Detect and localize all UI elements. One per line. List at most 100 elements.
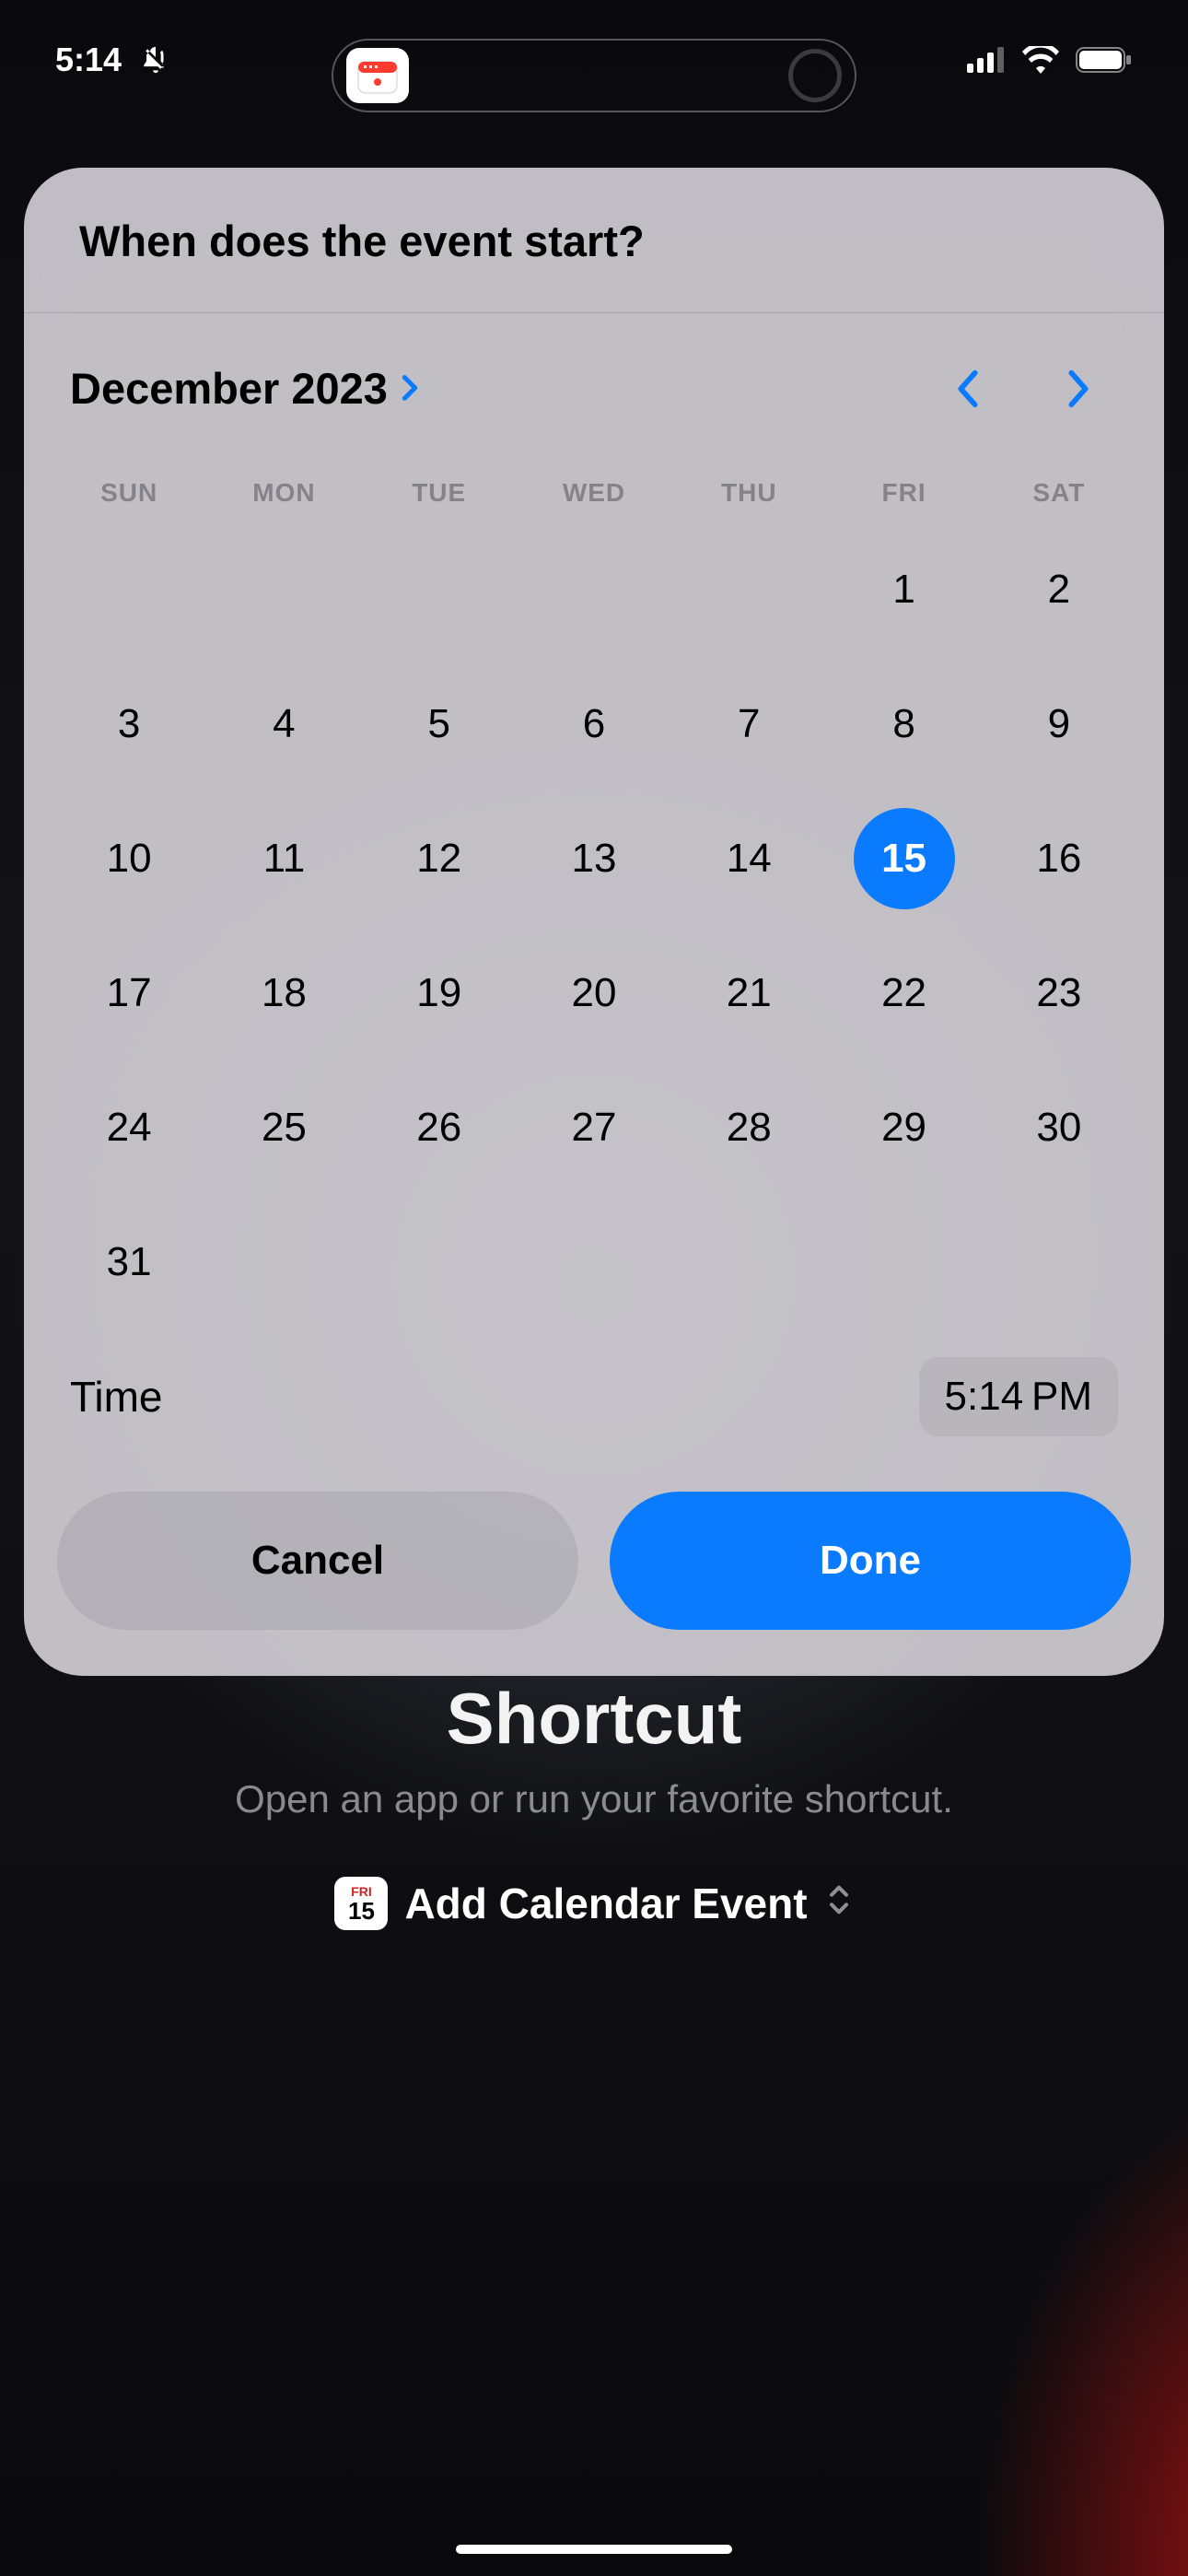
month-label: December 2023 bbox=[70, 363, 388, 414]
wifi-icon bbox=[1022, 46, 1059, 74]
day-button[interactable]: 9 bbox=[1008, 673, 1110, 775]
day-button[interactable]: 11 bbox=[233, 808, 334, 909]
day-cell bbox=[517, 1195, 671, 1329]
day-button[interactable]: 19 bbox=[389, 943, 490, 1044]
widget-shortcut-chip[interactable]: FRI 15 Add Calendar Event bbox=[334, 1877, 853, 1930]
day-button[interactable]: 10 bbox=[78, 808, 180, 909]
next-month-button[interactable] bbox=[1063, 368, 1094, 410]
day-cell: 15 bbox=[826, 791, 981, 926]
day-cell: 7 bbox=[671, 657, 826, 791]
day-button-selected[interactable]: 15 bbox=[854, 808, 955, 909]
day-cell bbox=[671, 522, 826, 657]
day-cell: 13 bbox=[517, 791, 671, 926]
day-cell: 12 bbox=[362, 791, 517, 926]
weekday-label: MON bbox=[206, 463, 361, 522]
status-bar: 5:14 bbox=[0, 0, 1188, 120]
day-cell bbox=[982, 1195, 1136, 1329]
day-cell: 24 bbox=[52, 1060, 206, 1195]
prev-month-button[interactable] bbox=[952, 368, 984, 410]
date-picker-sheet: When does the event start? December 2023… bbox=[24, 168, 1164, 1676]
day-cell: 14 bbox=[671, 791, 826, 926]
day-cell: 31 bbox=[52, 1195, 206, 1329]
day-button[interactable]: 25 bbox=[233, 1077, 334, 1178]
day-button[interactable]: 30 bbox=[1008, 1077, 1110, 1178]
day-button[interactable]: 18 bbox=[233, 943, 334, 1044]
day-button[interactable]: 26 bbox=[389, 1077, 490, 1178]
day-button[interactable]: 2 bbox=[1008, 539, 1110, 640]
day-cell: 3 bbox=[52, 657, 206, 791]
day-button[interactable]: 24 bbox=[78, 1077, 180, 1178]
calendar-grid: 1234567891011121314151617181920212223242… bbox=[24, 522, 1164, 1329]
prompt-title: When does the event start? bbox=[24, 168, 1164, 313]
day-button[interactable]: 17 bbox=[78, 943, 180, 1044]
time-picker[interactable]: 5:14 PM bbox=[919, 1357, 1118, 1436]
week-row: 12 bbox=[24, 522, 1164, 657]
day-button[interactable]: 6 bbox=[543, 673, 645, 775]
day-cell: 1 bbox=[826, 522, 981, 657]
day-cell: 26 bbox=[362, 1060, 517, 1195]
day-cell bbox=[826, 1195, 981, 1329]
day-cell: 5 bbox=[362, 657, 517, 791]
weekday-label: SUN bbox=[52, 463, 206, 522]
day-button[interactable]: 22 bbox=[854, 943, 955, 1044]
day-cell: 2 bbox=[982, 522, 1136, 657]
day-button[interactable]: 5 bbox=[389, 673, 490, 775]
done-button[interactable]: Done bbox=[610, 1492, 1131, 1630]
day-cell: 29 bbox=[826, 1060, 981, 1195]
day-button[interactable]: 4 bbox=[233, 673, 334, 775]
day-button[interactable]: 14 bbox=[698, 808, 799, 909]
day-cell bbox=[362, 522, 517, 657]
day-button[interactable]: 12 bbox=[389, 808, 490, 909]
day-cell: 22 bbox=[826, 926, 981, 1060]
weekday-label: WED bbox=[517, 463, 671, 522]
silent-icon bbox=[140, 44, 171, 76]
day-cell: 27 bbox=[517, 1060, 671, 1195]
widget-shortcut-label: Add Calendar Event bbox=[404, 1879, 807, 1928]
day-cell bbox=[671, 1195, 826, 1329]
status-right bbox=[967, 46, 1133, 74]
widget-title: Shortcut bbox=[0, 1677, 1188, 1761]
day-cell: 17 bbox=[52, 926, 206, 1060]
shortcut-widget: Shortcut Open an app or run your favorit… bbox=[0, 1677, 1188, 1930]
day-cell bbox=[206, 522, 361, 657]
time-label: Time bbox=[70, 1372, 163, 1422]
day-cell: 4 bbox=[206, 657, 361, 791]
week-row: 24 25 26 27 28 29 30 bbox=[24, 1060, 1164, 1195]
day-cell: 11 bbox=[206, 791, 361, 926]
day-button[interactable]: 29 bbox=[854, 1077, 955, 1178]
day-cell: 18 bbox=[206, 926, 361, 1060]
day-button[interactable]: 31 bbox=[78, 1212, 180, 1313]
day-button[interactable]: 3 bbox=[78, 673, 180, 775]
week-row: 31 bbox=[24, 1195, 1164, 1329]
weekday-label: FRI bbox=[826, 463, 981, 522]
day-button[interactable]: 28 bbox=[698, 1077, 799, 1178]
day-cell bbox=[206, 1195, 361, 1329]
weekday-label: THU bbox=[671, 463, 826, 522]
battery-icon bbox=[1076, 46, 1133, 74]
cancel-button[interactable]: Cancel bbox=[57, 1492, 578, 1630]
day-cell: 20 bbox=[517, 926, 671, 1060]
day-cell bbox=[52, 522, 206, 657]
day-cell: 25 bbox=[206, 1060, 361, 1195]
calendar-icon: FRI 15 bbox=[334, 1877, 388, 1930]
day-button[interactable]: 7 bbox=[698, 673, 799, 775]
day-button[interactable]: 1 bbox=[854, 539, 955, 640]
home-indicator[interactable] bbox=[456, 2545, 732, 2554]
day-button[interactable]: 13 bbox=[543, 808, 645, 909]
month-selector[interactable]: December 2023 bbox=[70, 363, 423, 414]
day-cell: 21 bbox=[671, 926, 826, 1060]
status-time: 5:14 bbox=[55, 41, 122, 79]
day-button[interactable]: 8 bbox=[854, 673, 955, 775]
weekday-header-row: SUNMONTUEWEDTHUFRISAT bbox=[24, 463, 1164, 522]
day-cell: 16 bbox=[982, 791, 1136, 926]
widget-subtitle: Open an app or run your favorite shortcu… bbox=[0, 1777, 1188, 1821]
day-button[interactable]: 16 bbox=[1008, 808, 1110, 909]
status-left: 5:14 bbox=[55, 41, 171, 79]
day-button[interactable]: 27 bbox=[543, 1077, 645, 1178]
day-button[interactable]: 20 bbox=[543, 943, 645, 1044]
day-button[interactable]: 23 bbox=[1008, 943, 1110, 1044]
weekday-label: SAT bbox=[982, 463, 1136, 522]
day-button[interactable]: 21 bbox=[698, 943, 799, 1044]
day-cell: 23 bbox=[982, 926, 1136, 1060]
day-cell: 19 bbox=[362, 926, 517, 1060]
